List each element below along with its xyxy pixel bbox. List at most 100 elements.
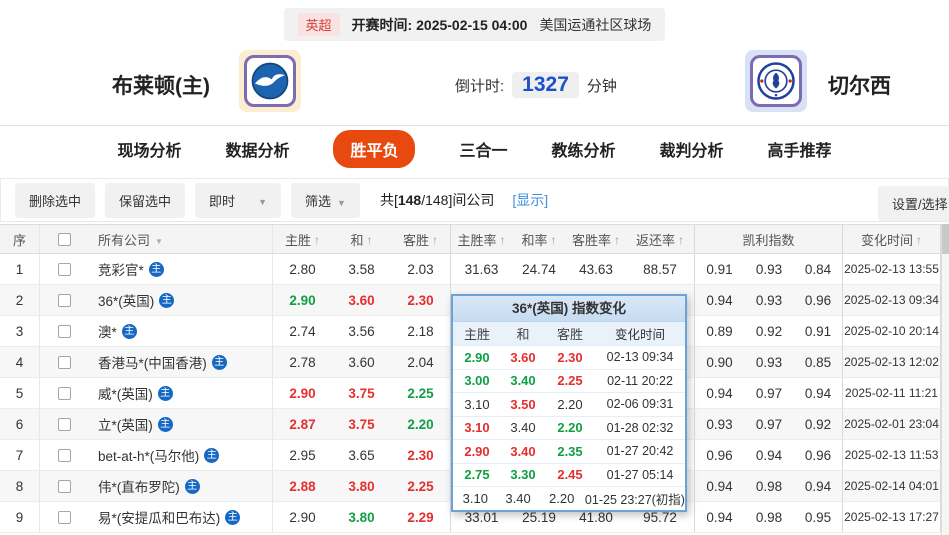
main-company-badge-icon: 主 xyxy=(185,479,200,494)
company-name[interactable]: 易*(安提瓜和巴布达) xyxy=(98,507,220,527)
popup-odds-home: 3.10 xyxy=(453,397,501,412)
tab-expert-recommend[interactable]: 高手推荐 xyxy=(768,137,832,161)
company-name[interactable]: 威*(英国) xyxy=(98,383,153,403)
header-company[interactable]: 所有公司 xyxy=(88,225,273,253)
rate-away: 43.63 xyxy=(566,254,626,284)
sort-asc-icon xyxy=(497,232,506,247)
kelly-draw: 0.98 xyxy=(744,502,794,532)
sort-draw-rate[interactable]: 和率 xyxy=(512,225,566,253)
tab-three-in-one[interactable]: 三合一 xyxy=(459,137,507,161)
row-checkbox[interactable] xyxy=(58,480,71,493)
odds-home: 2.90 xyxy=(273,378,332,408)
kelly-home: 0.89 xyxy=(695,316,744,346)
countdown-label: 倒计时: xyxy=(455,75,504,96)
company-name[interactable]: bet-at-h*(马尔他) xyxy=(98,445,199,465)
sort-change-time[interactable]: 变化时间 xyxy=(843,225,941,253)
kelly-draw: 0.93 xyxy=(744,347,794,377)
odds-home: 2.95 xyxy=(273,440,332,470)
kelly-draw: 0.97 xyxy=(744,378,794,408)
tab-referee-analysis[interactable]: 裁判分析 xyxy=(660,137,724,161)
odds-draw: 3.80 xyxy=(332,502,391,532)
popup-row: 2.90 3.40 2.35 01-27 20:42 xyxy=(453,439,685,463)
company-name[interactable]: 立*(英国) xyxy=(98,414,153,434)
main-company-badge-icon: 主 xyxy=(158,386,173,401)
filter-button[interactable]: 筛选 xyxy=(291,183,360,218)
home-team-logo xyxy=(239,50,301,112)
venue: 美国运通社区球场 xyxy=(539,15,651,35)
popup-row: 3.10 3.40 2.20 01-28 02:32 xyxy=(453,416,685,440)
main-company-badge-icon: 主 xyxy=(212,355,227,370)
popup-change-time: 01-25 23:27(初指) xyxy=(585,489,685,508)
popup-odds-away: 2.20 xyxy=(545,397,595,412)
countdown-value: 1327 xyxy=(522,73,569,96)
kelly-away: 0.96 xyxy=(794,440,843,470)
tab-data-analysis[interactable]: 数据分析 xyxy=(225,137,289,161)
popup-odds-away: 2.35 xyxy=(545,444,595,459)
popup-odds-home: 3.00 xyxy=(453,373,501,388)
kelly-away: 0.91 xyxy=(794,316,843,346)
select-all-checkbox[interactable] xyxy=(58,233,71,246)
odds-away: 2.29 xyxy=(391,502,451,532)
sort-return-rate[interactable]: 返还率 xyxy=(626,225,695,253)
sort-home-rate[interactable]: 主胜率 xyxy=(451,225,512,253)
row-checkbox[interactable] xyxy=(58,294,71,307)
sort-asc-icon xyxy=(675,232,684,247)
header-kelly: 凯利指数 xyxy=(695,225,843,253)
row-checkbox[interactable] xyxy=(58,449,71,462)
table-row: 1 竞彩官*主 2.80 3.58 2.03 31.63 24.74 43.63… xyxy=(0,254,941,285)
popup-odds-away: 2.20 xyxy=(538,491,584,506)
company-name[interactable]: 伟*(直布罗陀) xyxy=(98,476,180,496)
kelly-away: 0.94 xyxy=(794,471,843,501)
company-name[interactable]: 竞彩官* xyxy=(98,259,144,279)
sort-away-rate[interactable]: 客胜率 xyxy=(566,225,626,253)
popup-odds-home: 2.90 xyxy=(453,444,501,459)
row-checkbox[interactable] xyxy=(58,325,71,338)
company-name[interactable]: 36*(英国) xyxy=(98,290,154,310)
company-count: 共[148/148]间公司 xyxy=(380,190,494,210)
odds-draw: 3.60 xyxy=(332,347,391,377)
company-name[interactable]: 香港马*(中国香港) xyxy=(98,352,207,372)
kelly-draw: 0.97 xyxy=(744,409,794,439)
sort-away-odds[interactable]: 客胜 xyxy=(391,225,451,253)
kelly-home: 0.90 xyxy=(695,347,744,377)
delete-selected-button[interactable]: 删除选中 xyxy=(15,183,95,218)
odds-draw: 3.75 xyxy=(332,378,391,408)
chelsea-crest-icon xyxy=(756,61,796,101)
tab-coach-analysis[interactable]: 教练分析 xyxy=(552,137,616,161)
popup-odds-home: 2.90 xyxy=(453,350,501,365)
company-name[interactable]: 澳* xyxy=(98,321,117,341)
sort-home-odds[interactable]: 主胜 xyxy=(273,225,332,253)
kelly-away: 0.85 xyxy=(794,347,843,377)
scrollbar-thumb[interactable] xyxy=(942,224,949,254)
sort-asc-icon xyxy=(364,232,373,247)
time-filter-select[interactable]: 即时 xyxy=(195,183,281,218)
row-checkbox[interactable] xyxy=(58,418,71,431)
league-badge: 英超 xyxy=(298,13,340,36)
row-seq: 2 xyxy=(0,285,40,315)
sort-asc-icon xyxy=(311,232,320,247)
settings-select-button[interactable]: 设置/选择 xyxy=(878,186,949,221)
row-checkbox[interactable] xyxy=(58,387,71,400)
popup-odds-home: 3.10 xyxy=(453,491,498,506)
tab-live-analysis[interactable]: 现场分析 xyxy=(117,137,181,161)
change-time: 2025-02-13 13:55 xyxy=(843,254,941,284)
sort-asc-icon xyxy=(429,232,438,247)
table-scrollbar[interactable] xyxy=(941,224,949,535)
keep-selected-button[interactable]: 保留选中 xyxy=(105,183,185,218)
odds-history-popup: 36*(英国) 指数变化 主胜 和 客胜 变化时间 2.90 3.60 2.30… xyxy=(451,294,687,512)
sort-draw-odds[interactable]: 和 xyxy=(332,225,391,253)
tab-win-draw-lose[interactable]: 胜平负 xyxy=(333,130,415,168)
row-checkbox[interactable] xyxy=(58,356,71,369)
row-checkbox[interactable] xyxy=(58,263,71,276)
main-company-badge-icon: 主 xyxy=(122,324,137,339)
row-seq: 4 xyxy=(0,347,40,377)
odds-draw: 3.58 xyxy=(332,254,391,284)
popup-change-time: 02-11 20:22 xyxy=(595,374,685,388)
show-link[interactable]: [显示] xyxy=(512,190,548,210)
change-time: 2025-02-13 17:27 xyxy=(843,502,941,532)
odds-away: 2.25 xyxy=(391,378,451,408)
countdown-unit: 分钟 xyxy=(587,75,617,96)
popup-row: 2.75 3.30 2.45 01-27 05:14 xyxy=(453,463,685,487)
countdown: 倒计时: 1327 分钟 xyxy=(455,72,617,98)
row-checkbox[interactable] xyxy=(58,511,71,524)
